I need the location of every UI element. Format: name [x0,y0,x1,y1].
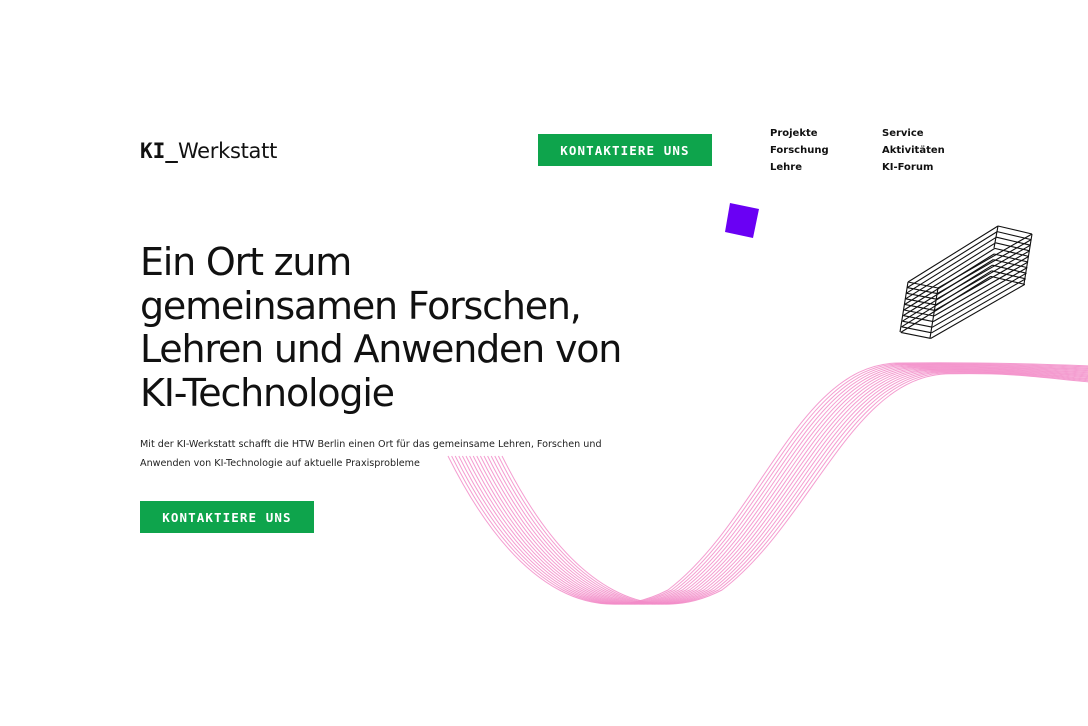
nav-column-primary: Projekte Forschung Lehre [770,127,829,174]
logo-wordmark: Werkstatt [177,139,277,163]
hero-headline-line: Lehren und Anwenden von [140,327,622,371]
hero-headline-line: KI-Technologie [140,370,395,415]
nav-link-service[interactable]: Service [882,127,945,140]
nav-link-aktivitaeten[interactable]: Aktivitäten [882,144,945,157]
hero-contact-button[interactable]: KONTAKTIERE UNS [140,501,314,533]
site-logo[interactable]: KI_ Werkstatt [140,139,277,165]
hero-headline: Ein Ort zum gemeinsamen Forschen, Lehren… [140,240,740,415]
nav-link-ki-forum[interactable]: KI-Forum [882,161,945,174]
nav-link-projekte[interactable]: Projekte [770,127,829,140]
header-contact-button[interactable]: KONTAKTIERE UNS [538,134,712,166]
logo-mark: KI_ [140,139,178,163]
hero-intro-text: Mit der KI-Werkstatt schafft die HTW Ber… [140,435,640,473]
purple-square-shape [725,203,759,238]
hero-headline-line: gemeinsamen Forschen, [140,283,582,328]
nav-column-secondary: Service Aktivitäten KI-Forum [882,127,945,174]
hero-intro-line: Anwenden von KI-Technologie auf aktuelle… [140,458,420,469]
nav-link-forschung[interactable]: Forschung [770,144,829,157]
hero-intro-line: Mit der KI-Werkstatt schafft die HTW Ber… [140,439,602,450]
nav-link-lehre[interactable]: Lehre [770,161,829,174]
wireframe-box-shape [899,225,1033,339]
hero-headline-line: Ein Ort zum [140,240,352,284]
